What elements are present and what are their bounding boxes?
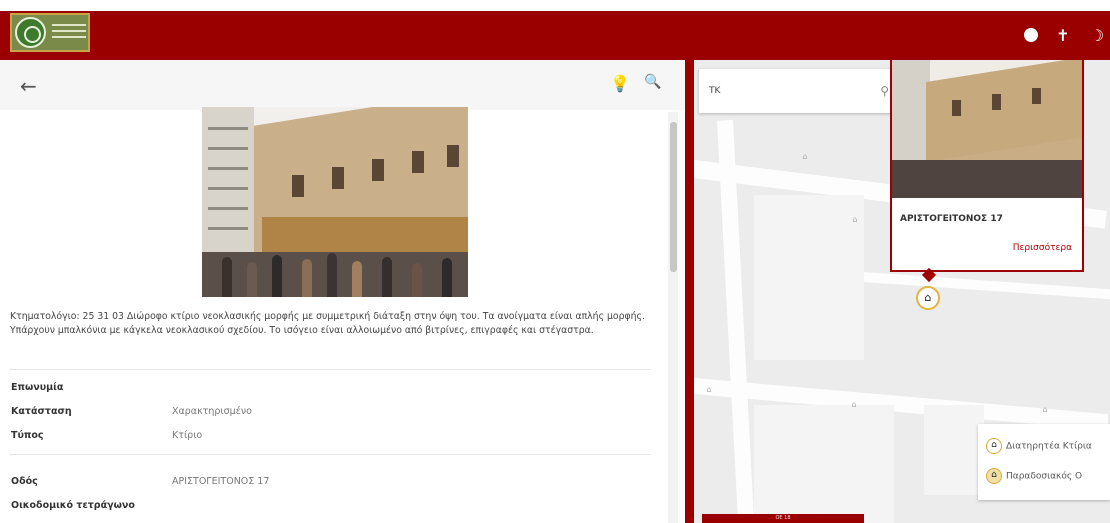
legend-item[interactable]: ⌂ Διατηρητέα Κτίρια (986, 438, 1092, 454)
search-input[interactable] (709, 79, 859, 103)
zoom-icon[interactable]: 🔍 (644, 74, 661, 90)
info-icon[interactable] (1024, 28, 1038, 42)
legend-item[interactable]: ⌂ Παραδοσιακός Ο (986, 468, 1082, 484)
logo[interactable] (10, 13, 90, 52)
map-poi-icon: ⌂ (802, 152, 808, 161)
panel-splitter[interactable] (685, 60, 694, 523)
attr-label-status: Κατάσταση (11, 406, 72, 417)
map-poi-icon: ⌂ (851, 400, 857, 409)
attr-value-status: Χαρακτηρισμένο (172, 406, 252, 417)
attr-label-type: Τύπος (11, 430, 44, 441)
popup-more-link[interactable]: Περισσότερα (1013, 243, 1072, 253)
attr-label-name: Επωνυμία (11, 382, 64, 393)
search-icon[interactable]: ⚲ (880, 84, 889, 98)
detail-panel: ← 💡 🔍 Κτηματολόγιο: 25 31 03 Διώροφο κτί… (0, 60, 685, 523)
attr-label-street: Οδός (11, 476, 38, 487)
lightbulb-icon[interactable]: 💡 (610, 74, 630, 93)
detail-toolbar: ← 💡 🔍 (0, 60, 685, 110)
shop-icon: ⌂ (986, 468, 1002, 484)
emblem-icon (15, 17, 46, 48)
attr-value-type: Κτίριο (172, 430, 203, 441)
popup-photo (892, 60, 1082, 198)
map-poi-icon: ⌂ (706, 385, 712, 394)
attr-value-street: ΑΡΙΣΤΟΓΕΙΤΟΝΟΣ 17 (172, 476, 270, 487)
house-marker-icon[interactable]: ⌂ (916, 286, 940, 310)
description-text: Κτηματολόγιο: 25 31 03 Διώροφο κτίριο νε… (10, 311, 645, 336)
top-bar: ✝ ☽ (0, 0, 1110, 60)
back-arrow-icon[interactable]: ← (20, 74, 37, 98)
pin-icon[interactable]: ✝ (1054, 26, 1072, 45)
map-poi-icon: ⌂ (1042, 405, 1048, 414)
map-view[interactable]: ⌂ ⌂ ⌂ ⌂ ⌂ ⚲ ΑΡΙΣΤΟΓΕΙΤΟΝΟΣ 17 Περισσότερ… (694, 60, 1110, 523)
theme-toggle-icon[interactable]: ☽ (1088, 26, 1106, 45)
map-poi-icon: ⌂ (852, 215, 858, 224)
popup-title: ΑΡΙΣΤΟΓΕΙΤΟΝΟΣ 17 (900, 214, 1003, 224)
house-icon: ⌂ (986, 438, 1002, 454)
map-bottom-tab[interactable]: ΟΕ 18 (702, 514, 864, 523)
scrollbar-thumb[interactable] (670, 122, 677, 272)
attr-label-block: Οικοδομικό τετράγωνο (11, 500, 135, 511)
map-legend: ⌂ Διατηρητέα Κτίρια ⌂ Παραδοσιακός Ο (978, 424, 1110, 500)
building-photo (202, 107, 468, 297)
map-popup: ΑΡΙΣΤΟΓΕΙΤΟΝΟΣ 17 Περισσότερα (890, 60, 1084, 283)
map-search: ⚲ (699, 69, 895, 113)
header-bar (0, 11, 1110, 60)
